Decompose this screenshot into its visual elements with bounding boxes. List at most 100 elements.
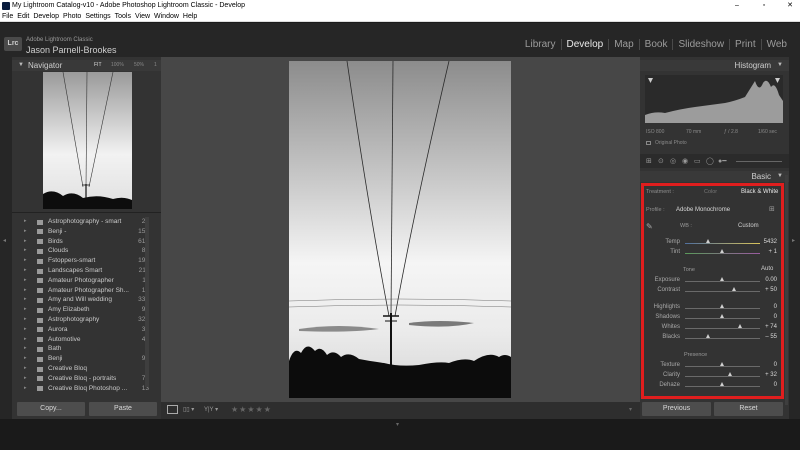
expand-arrow-icon[interactable]: ▸ bbox=[24, 295, 27, 305]
basic-collapse-icon[interactable]: ▼ bbox=[777, 171, 783, 182]
copy-button[interactable]: Copy... bbox=[17, 402, 85, 416]
collections-scrollbar[interactable] bbox=[145, 217, 149, 387]
previous-button[interactable]: Previous bbox=[642, 402, 711, 416]
collection-item[interactable]: ▸ Benji -153 bbox=[12, 227, 161, 237]
menu-develop[interactable]: Develop bbox=[33, 13, 59, 20]
maximize-button[interactable]: ▫ bbox=[757, 0, 771, 12]
loupe-view-icon[interactable] bbox=[167, 405, 178, 414]
menu-edit[interactable]: Edit bbox=[17, 13, 29, 20]
expand-arrow-icon[interactable]: ▸ bbox=[24, 305, 27, 315]
right-collapse-icon[interactable]: ▸ bbox=[792, 237, 795, 244]
spot-removal-icon[interactable]: ◎ bbox=[670, 157, 676, 165]
histogram-graph[interactable] bbox=[645, 75, 783, 123]
expand-arrow-icon[interactable]: ▸ bbox=[24, 315, 27, 325]
collection-item[interactable]: ▸ Astrophotography 325 bbox=[12, 315, 161, 325]
expand-arrow-icon[interactable]: ▸ bbox=[24, 374, 27, 384]
module-print[interactable]: Print bbox=[729, 39, 761, 50]
zoom-50[interactable]: 50% bbox=[134, 60, 144, 71]
expand-arrow-icon[interactable]: ▸ bbox=[24, 237, 27, 247]
tool-strip: ⊞ ⊙ ◎ ◉ ▭ ◯ ●━ bbox=[640, 154, 789, 168]
collection-item[interactable]: ▸ Fstoppers-smart 194 bbox=[12, 256, 161, 266]
expand-arrow-icon[interactable]: ▸ bbox=[24, 325, 27, 335]
expand-arrow-icon[interactable]: ▸ bbox=[24, 384, 27, 393]
menu-file[interactable]: File bbox=[2, 13, 13, 20]
zoom-fit[interactable]: FIT bbox=[94, 60, 102, 71]
image-viewer bbox=[161, 57, 640, 402]
navigator-preview[interactable] bbox=[43, 71, 132, 209]
menu-settings[interactable]: Settings bbox=[85, 13, 110, 20]
menu-tools[interactable]: Tools bbox=[115, 13, 131, 20]
collection-item[interactable]: ▸Amy Elizabeth91 bbox=[12, 305, 161, 315]
collection-icon bbox=[37, 337, 43, 343]
brush-tool-icon[interactable]: ●━ bbox=[718, 157, 726, 165]
left-panel: ▼ Navigator FIT 100% 50% 1 ▸ Astrophotogr… bbox=[12, 57, 161, 419]
histogram-collapse-icon[interactable]: ▼ bbox=[777, 60, 783, 71]
collection-item[interactable]: ▸Benji93 bbox=[12, 354, 161, 364]
collection-name: Birds bbox=[48, 237, 63, 245]
expand-arrow-icon[interactable]: ▸ bbox=[24, 246, 27, 256]
collection-name: Amy and Will wedding bbox=[48, 296, 112, 304]
zoom-100[interactable]: 100% bbox=[111, 60, 124, 71]
collection-item[interactable]: ▸Amateur Photographer Sh...17 bbox=[12, 286, 161, 296]
collection-item[interactable]: ▸Automotive41 bbox=[12, 335, 161, 345]
window-title: My Lightroom Catalog-v10 - Adobe Photosh… bbox=[12, 2, 246, 9]
expand-arrow-icon[interactable]: ▸ bbox=[24, 227, 27, 237]
collection-item[interactable]: ▸Amateur Photographer11 bbox=[12, 276, 161, 286]
collection-item[interactable]: ▸Aurora37 bbox=[12, 325, 161, 335]
grid-tool-icon[interactable]: ⊞ bbox=[646, 157, 652, 165]
rating-stars[interactable]: ★★★★★ bbox=[231, 405, 272, 414]
histogram-header[interactable]: Histogram ▼ bbox=[640, 60, 789, 71]
main-photo[interactable] bbox=[289, 61, 511, 398]
brush-size-slider[interactable] bbox=[736, 161, 782, 162]
collection-item[interactable]: ▸Creative Bloq - portraits79 bbox=[12, 374, 161, 384]
expand-arrow-icon[interactable]: ▸ bbox=[24, 266, 27, 276]
expand-arrow-icon[interactable]: ▸ bbox=[24, 217, 27, 227]
navigator-header[interactable]: ▼ Navigator FIT 100% 50% 1 bbox=[12, 60, 161, 71]
module-map[interactable]: Map bbox=[608, 39, 638, 50]
expand-arrow-icon[interactable]: ▸ bbox=[24, 364, 27, 374]
graduated-filter-icon[interactable]: ▭ bbox=[694, 157, 701, 165]
collapse-triangle-icon[interactable]: ▼ bbox=[18, 60, 24, 71]
collection-name: Benji - bbox=[48, 227, 67, 235]
menu-help[interactable]: Help bbox=[183, 13, 197, 20]
radial-filter-icon[interactable]: ◯ bbox=[706, 157, 714, 165]
module-slideshow[interactable]: Slideshow bbox=[672, 39, 729, 50]
toolbar-menu-icon[interactable]: ▾ bbox=[629, 406, 632, 413]
reset-button[interactable]: Reset bbox=[714, 402, 783, 416]
collection-item[interactable]: ▸ Amy and Will wedding 337 bbox=[12, 295, 161, 305]
collection-item[interactable]: ▸ Birds 616 bbox=[12, 237, 161, 247]
module-book[interactable]: Book bbox=[638, 39, 673, 50]
before-after-icon[interactable]: ▯▯ ▾ bbox=[183, 406, 194, 413]
expand-arrow-icon[interactable]: ▸ bbox=[24, 286, 27, 296]
collection-item[interactable]: ▸Clouds87 bbox=[12, 246, 161, 256]
close-button[interactable]: ✕ bbox=[783, 0, 797, 12]
basic-title: Basic bbox=[751, 172, 771, 181]
filmstrip-toggle-icon[interactable]: ▾ bbox=[396, 421, 399, 428]
xy-compare-icon[interactable]: Y|Y ▾ bbox=[204, 406, 218, 413]
collection-item[interactable]: ▸ Creative Bloq Photoshop ... 13 bbox=[12, 384, 161, 393]
minimize-button[interactable]: – bbox=[730, 0, 744, 12]
module-web[interactable]: Web bbox=[760, 39, 792, 50]
collection-item[interactable]: ▸Creative Bloq1 bbox=[12, 364, 161, 374]
module-library[interactable]: Library bbox=[520, 39, 561, 50]
collection-item[interactable]: ▸Bath3 bbox=[12, 344, 161, 354]
right-panel-scrollbar[interactable] bbox=[785, 175, 788, 405]
basic-header[interactable]: Basic ▼ bbox=[640, 171, 789, 182]
expand-arrow-icon[interactable]: ▸ bbox=[24, 335, 27, 345]
expand-arrow-icon[interactable]: ▸ bbox=[24, 354, 27, 364]
menu-view[interactable]: View bbox=[135, 13, 150, 20]
left-collapse-icon[interactable]: ◂ bbox=[3, 237, 6, 244]
crop-tool-icon[interactable]: ⊙ bbox=[658, 157, 664, 165]
collection-item[interactable]: ▸ Landscapes Smart 211 bbox=[12, 266, 161, 276]
zoom-1[interactable]: 1 bbox=[154, 60, 157, 71]
redeye-tool-icon[interactable]: ◉ bbox=[682, 157, 688, 165]
menu-photo[interactable]: Photo bbox=[63, 13, 81, 20]
collection-item[interactable]: ▸Astrophotography - smart24 bbox=[12, 217, 161, 227]
paste-button[interactable]: Paste bbox=[89, 402, 157, 416]
expand-arrow-icon[interactable]: ▸ bbox=[24, 344, 27, 354]
expand-arrow-icon[interactable]: ▸ bbox=[24, 256, 27, 266]
module-develop[interactable]: Develop bbox=[560, 39, 609, 50]
expand-arrow-icon[interactable]: ▸ bbox=[24, 276, 27, 286]
shutter-info: 1/60 sec bbox=[758, 129, 777, 135]
menu-window[interactable]: Window bbox=[154, 13, 179, 20]
